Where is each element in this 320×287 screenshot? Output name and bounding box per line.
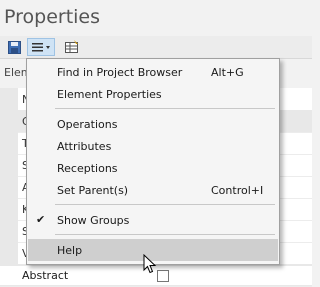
property-grid-button[interactable] <box>64 38 80 56</box>
panel-title: Properties <box>4 6 101 28</box>
menu-item-show-groups[interactable]: ✔ Show Groups <box>28 209 278 231</box>
grid-gutter <box>0 88 18 285</box>
hamburger-menu-icon <box>32 43 50 52</box>
abstract-checkbox[interactable] <box>157 270 169 282</box>
menu-item-element-properties[interactable]: Element Properties <box>28 83 278 105</box>
abstract-label: Abstract <box>22 269 69 282</box>
menu-item-find-in-project-browser[interactable]: Find in Project Browser Alt+G <box>28 61 278 83</box>
menu-item-receptions[interactable]: Receptions <box>28 157 278 179</box>
menu-item-label: Receptions <box>57 162 118 175</box>
save-icon <box>7 40 21 54</box>
menu-separator <box>55 204 275 205</box>
options-dropdown-menu: Find in Project Browser Alt+G Element Pr… <box>26 58 280 265</box>
menu-item-label: Show Groups <box>57 214 130 227</box>
menu-item-operations[interactable]: Operations <box>28 113 278 135</box>
toolbar <box>0 36 312 59</box>
menu-item-label: Operations <box>57 118 118 131</box>
menu-item-label: Element Properties <box>57 88 162 101</box>
save-button[interactable] <box>6 38 22 56</box>
menu-item-label: Attributes <box>57 140 112 153</box>
checkmark-icon: ✔ <box>36 213 46 226</box>
menu-item-shortcut: Alt+G <box>211 66 244 79</box>
menu-item-shortcut: Control+I <box>211 184 264 197</box>
menu-separator <box>55 108 275 109</box>
menu-item-set-parents[interactable]: Set Parent(s) Control+I <box>28 179 278 201</box>
options-menu-button[interactable] <box>27 38 55 56</box>
menu-separator <box>55 234 275 235</box>
mouse-cursor-icon <box>143 253 157 277</box>
menu-item-attributes[interactable]: Attributes <box>28 135 278 157</box>
menu-item-label: Help <box>57 244 83 257</box>
menu-item-label: Set Parent(s) <box>57 184 129 197</box>
menu-item-label: Find in Project Browser <box>57 66 183 79</box>
property-grid-icon <box>65 40 78 53</box>
